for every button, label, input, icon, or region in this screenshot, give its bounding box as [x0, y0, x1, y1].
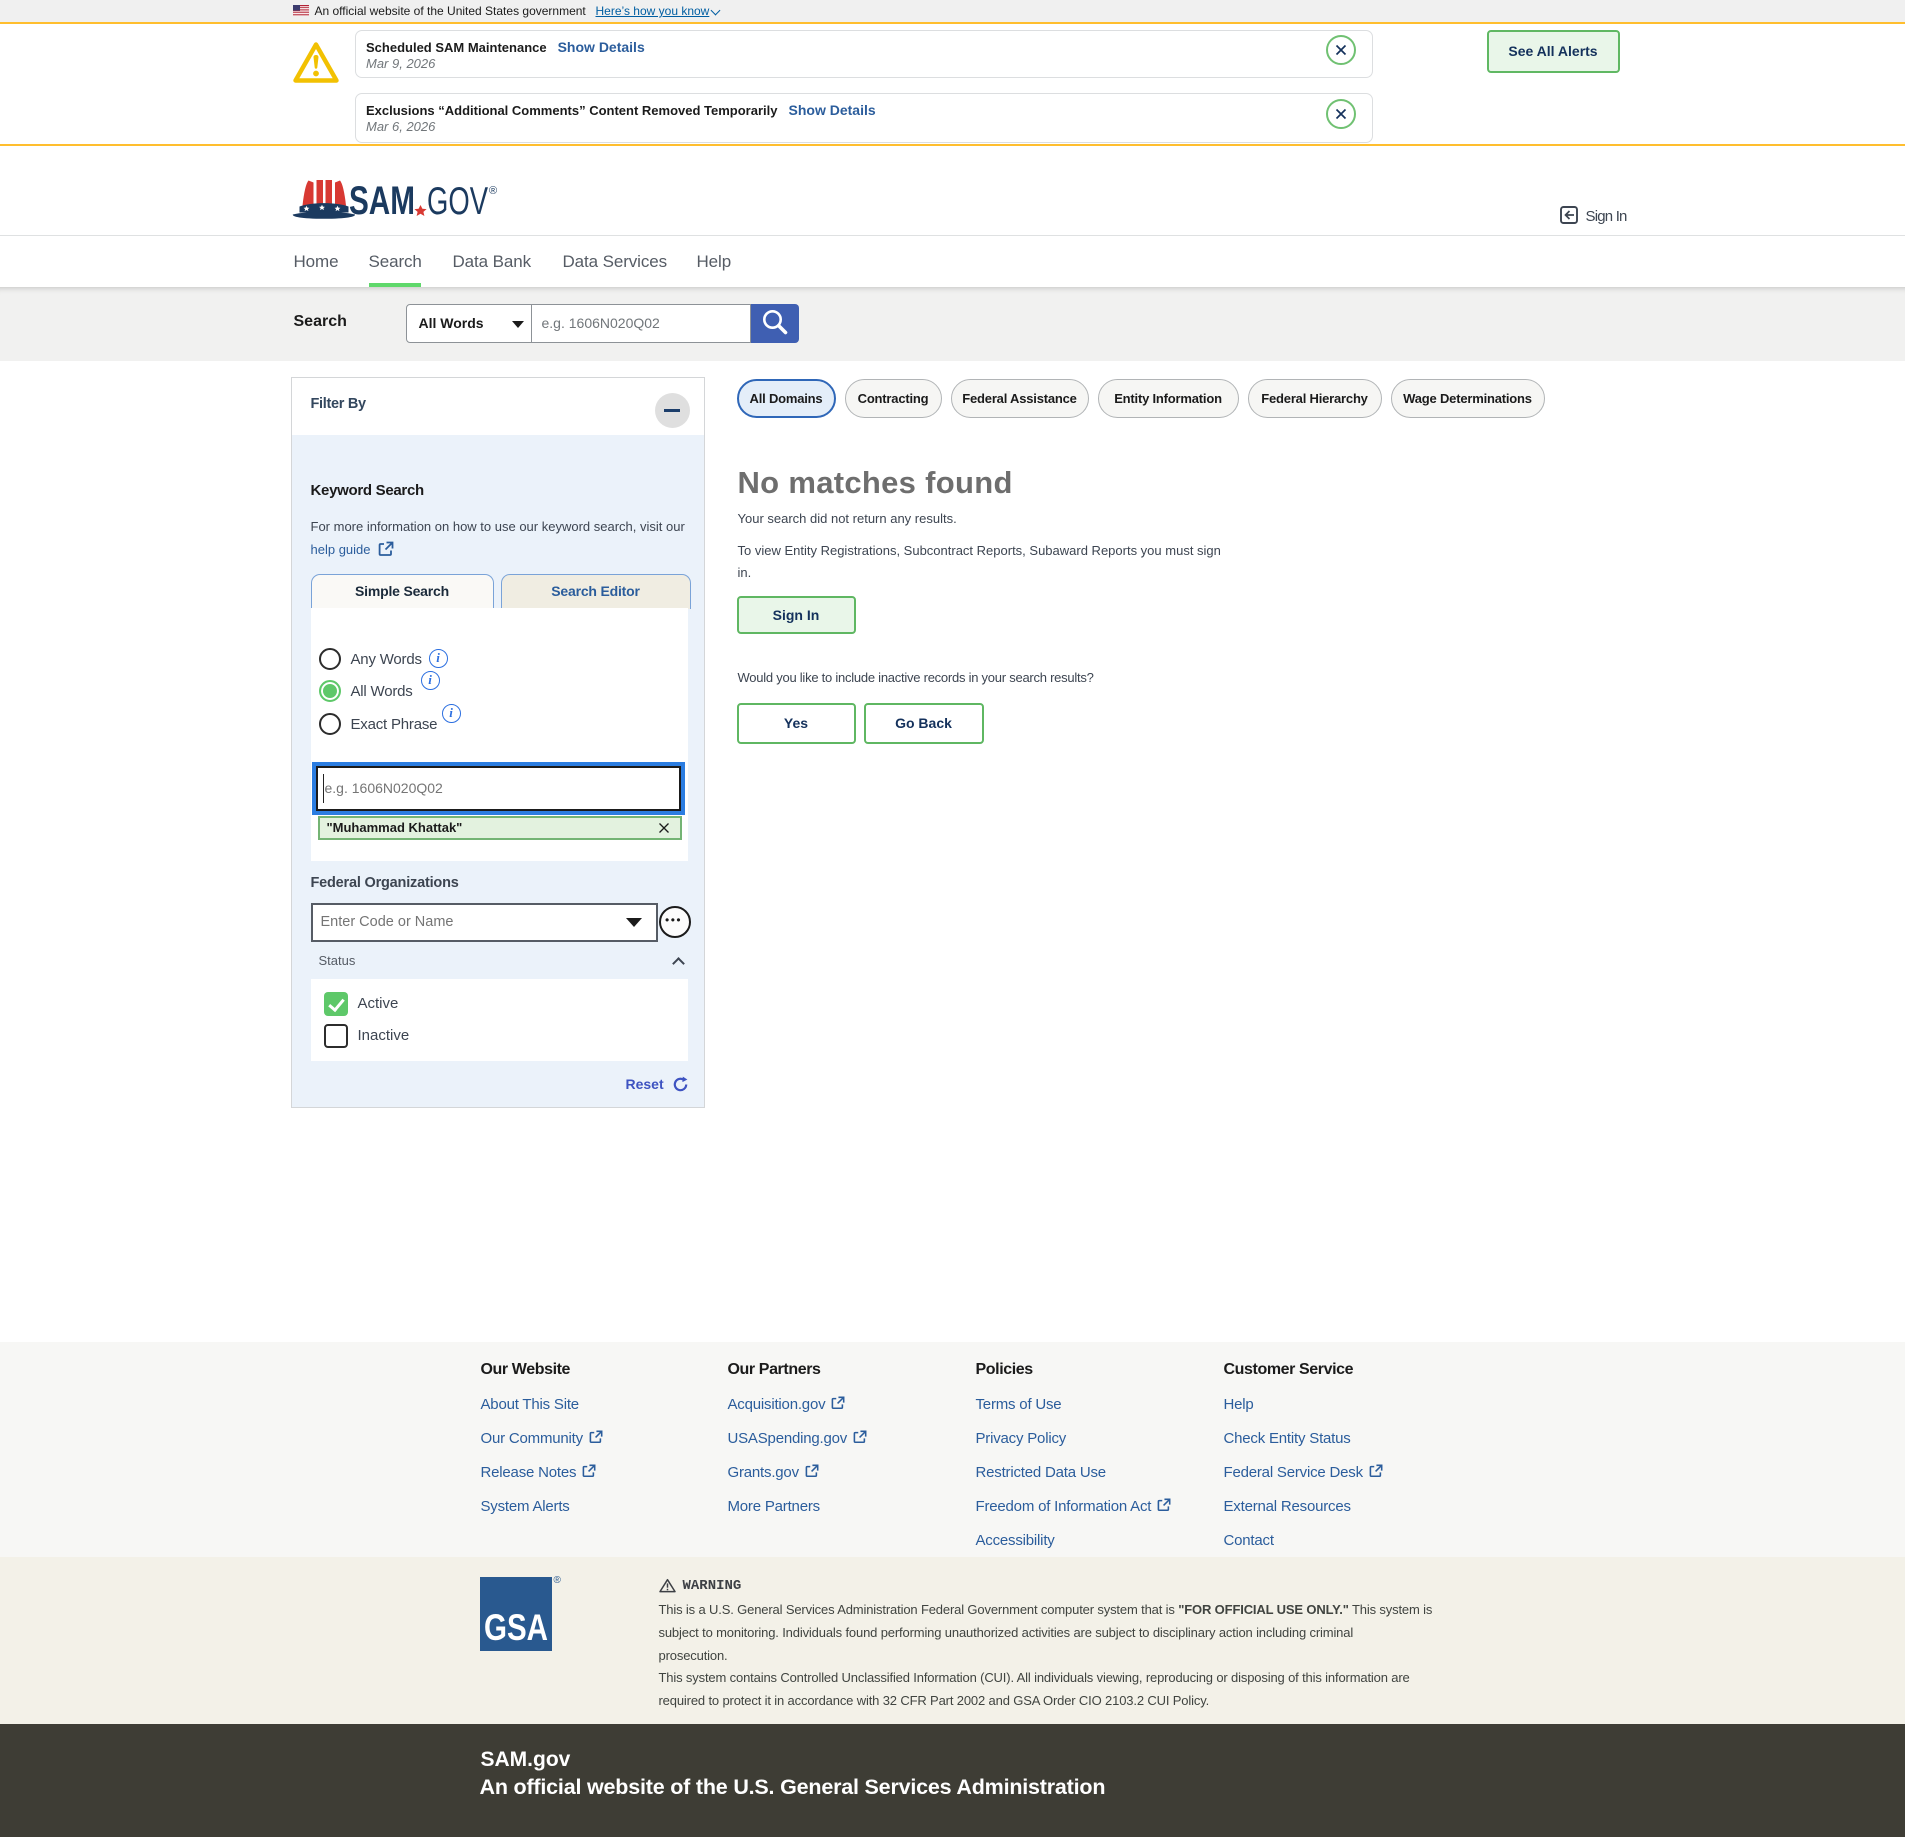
svg-text:®: ®	[489, 185, 497, 197]
svg-text:GOV: GOV	[427, 180, 488, 222]
svg-text:GSA: GSA	[484, 1607, 548, 1648]
svg-text:SAM: SAM	[349, 179, 415, 222]
